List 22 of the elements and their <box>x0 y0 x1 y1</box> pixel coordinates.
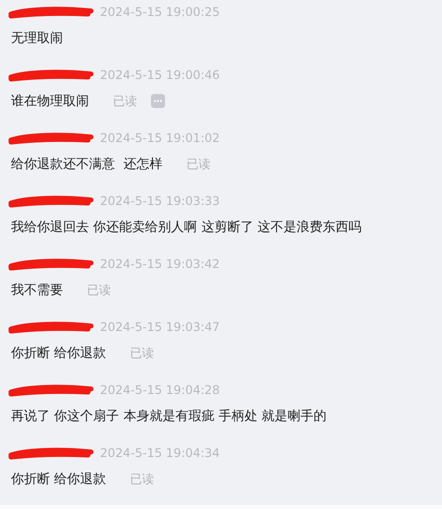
message-time: 2024-5-15 19:03:33 <box>100 194 220 208</box>
message-text: 我给你退回去 你还能卖给别人啊 这剪断了 这不是浪费东西吗 <box>11 219 362 236</box>
read-receipt: 已读 <box>186 156 210 172</box>
message-time: 2024-5-15 19:04:34 <box>100 446 220 460</box>
read-receipt: 已读 <box>130 344 154 362</box>
message-time: 2024-5-15 19:04:28 <box>100 383 220 397</box>
read-receipt: 已读 <box>130 470 154 488</box>
message-time: 2024-5-15 19:01:02 <box>100 131 220 145</box>
message-text: 我不需要 <box>11 282 63 299</box>
message-text: 给你退款还不满意 还怎样 <box>11 156 162 173</box>
message-text: 谁在物理取闹 <box>11 93 89 110</box>
message-text: 你折断 给你退款 <box>11 345 106 362</box>
message-time: 2024-5-15 19:03:42 <box>100 257 220 271</box>
message-time: 2024-5-15 19:03:47 <box>100 320 220 334</box>
read-receipt: 已读 <box>87 282 111 298</box>
message-time: 2024-5-15 19:00:46 <box>100 68 220 82</box>
read-receipt: 已读 <box>113 92 137 110</box>
message-time: 2024-5-15 19:00:25 <box>100 5 220 19</box>
more-icon[interactable] <box>151 94 165 108</box>
message-text: 你折断 给你退款 <box>11 471 106 488</box>
message-text: 无理取闹 <box>11 30 63 47</box>
message-text: 再说了 你这个扇子 本身就是有瑕疵 手柄处 就是喇手的 <box>11 408 327 425</box>
